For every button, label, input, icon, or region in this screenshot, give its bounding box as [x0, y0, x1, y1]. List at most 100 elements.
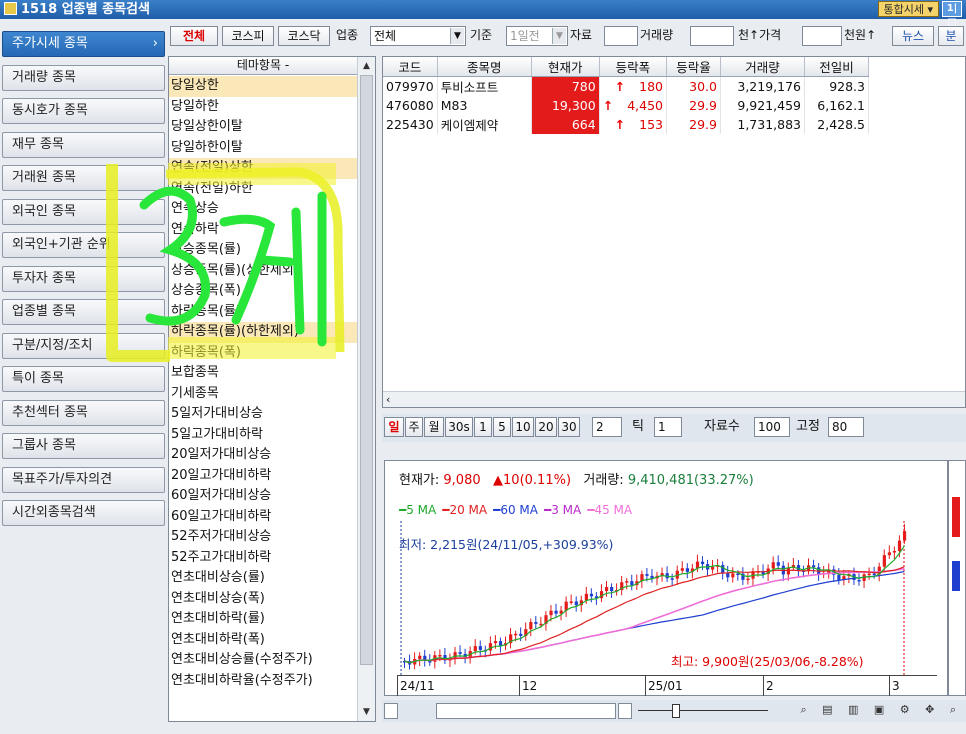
theme-item[interactable]: 연초대비하락(률)	[169, 609, 357, 630]
ma-legend-item: ━5 MA	[399, 503, 437, 517]
sector-select[interactable]: 전체 ▼	[370, 26, 466, 46]
window-option-button[interactable]: 1|□	[942, 1, 962, 28]
tick-input[interactable]: 1	[654, 417, 682, 437]
period-button[interactable]: 일	[384, 417, 404, 437]
theme-item[interactable]: 연속하락	[169, 220, 357, 241]
market-all-button[interactable]: 전체	[170, 26, 218, 46]
theme-item[interactable]: 연속(전일)하한	[169, 179, 357, 200]
theme-item[interactable]: 52주저가대비상승	[169, 527, 357, 548]
scroll-up-icon[interactable]: ▲	[358, 58, 375, 74]
theme-item[interactable]: 5일고가대비하락	[169, 425, 357, 446]
price-input[interactable]	[802, 26, 842, 46]
data-input[interactable]	[604, 26, 638, 46]
kosdaq-button[interactable]: 코스닥	[278, 26, 330, 46]
theme-item[interactable]: 당일하한이탈	[169, 138, 357, 159]
chart-range-bar[interactable]	[436, 703, 616, 719]
column-header[interactable]: 현재가	[531, 57, 600, 77]
theme-item[interactable]: 하락종목(률)	[169, 302, 357, 323]
sidebar-item[interactable]: 주가시세 종목	[2, 31, 165, 57]
scroll-left-icon[interactable]: ‹	[386, 392, 390, 408]
chart-tool-icons[interactable]: ⌕ ▤ ▥ ▣ ⚙ ✥ ⌕	[800, 703, 962, 717]
theme-item[interactable]: 당일상한	[169, 76, 357, 97]
column-header[interactable]: 거래량	[720, 57, 805, 77]
sidebar-item[interactable]: 외국인+기관 순위	[2, 232, 165, 258]
fixed-input[interactable]: 80	[828, 417, 864, 437]
theme-item[interactable]: 상승종목(률)	[169, 240, 357, 261]
period-button[interactable]: 30	[558, 417, 580, 437]
theme-item[interactable]: 연속(전일)상한	[169, 158, 357, 179]
table-row[interactable]: 476080 M83 19,300 ↑ 4,450 29.9 9,921,459 6,162.…	[383, 96, 869, 115]
table-row[interactable]: 225430 케이엠제약 664 ↑ 153 29.9 1,731,883 2,428.5	[383, 115, 869, 134]
theme-item[interactable]: 하락종목(폭)	[169, 343, 357, 364]
window: 1518 업종별 종목검색 통합시세 ▾ 1|□ 주가시세 종목거래량 종목동시…	[0, 0, 966, 734]
sidebar-item[interactable]: 목표주가/투자의견	[2, 466, 165, 493]
theme-item[interactable]: 상승종목(폭)	[169, 281, 357, 302]
period-button[interactable]: 20	[535, 417, 557, 437]
sidebar-item[interactable]: 투자자 종목	[2, 265, 165, 292]
theme-item[interactable]: 연초대비상승률(수정주가)	[169, 650, 357, 671]
theme-item[interactable]: 연속상승	[169, 199, 357, 220]
theme-item[interactable]: 연초대비하락율(수정주가)	[169, 671, 357, 692]
current-price-value: 9,080	[443, 473, 481, 488]
period-button[interactable]: 5	[493, 417, 511, 437]
scrollbar-thumb[interactable]	[360, 75, 373, 665]
theme-item[interactable]: 당일상한이탈	[169, 117, 357, 138]
theme-item[interactable]: 기세종목	[169, 384, 357, 405]
column-header[interactable]: 등락폭	[599, 57, 668, 77]
theme-item[interactable]: 상승종목(률)(상한제외)	[169, 261, 357, 282]
chart-scroll-right[interactable]	[618, 703, 632, 719]
basis-select[interactable]: 1일전 ▼	[506, 26, 568, 46]
sidebar-item[interactable]: 동시호가 종목	[2, 98, 165, 124]
chart-max-label: 최고: 9,900원(25/03/06,-8.28%)	[671, 654, 864, 669]
theme-item[interactable]: 20일저가대비상승	[169, 445, 357, 466]
column-header[interactable]: 종목명	[437, 57, 532, 77]
theme-item[interactable]: 연초대비하락(폭)	[169, 630, 357, 651]
column-header[interactable]: 코드	[383, 57, 438, 77]
theme-item[interactable]: 52주고가대비하락	[169, 548, 357, 569]
kospi-button[interactable]: 코스피	[222, 26, 274, 46]
period-button[interactable]: 30s	[445, 417, 473, 437]
theme-list-header[interactable]: 테마항목 -	[169, 57, 357, 75]
period-button[interactable]: 10	[512, 417, 534, 437]
column-header[interactable]: 등락율	[666, 57, 721, 77]
period-button[interactable]: 월	[424, 417, 444, 437]
zoom-slider-handle[interactable]	[672, 704, 680, 718]
theme-item[interactable]: 연초대비상승(률)	[169, 568, 357, 589]
theme-item[interactable]: 연초대비상승(폭)	[169, 589, 357, 610]
sidebar-item[interactable]: 추천섹터 종목	[2, 399, 165, 426]
period-button[interactable]: 1	[474, 417, 492, 437]
volume-label: 거래량:	[583, 473, 624, 488]
price-chart[interactable]: 현재가: 9,080 ▲10(0.11%) 거래량: 9,410,481(33.…	[384, 460, 948, 696]
column-header[interactable]: 전일비	[804, 57, 869, 77]
integrated-quote-button[interactable]: 통합시세 ▾	[877, 1, 939, 17]
theme-item[interactable]: 당일하한	[169, 97, 357, 118]
theme-item[interactable]: 보합종목	[169, 363, 357, 384]
period-input[interactable]: 2	[592, 417, 622, 437]
period-button[interactable]: 주	[405, 417, 423, 437]
table-horizontal-scrollbar[interactable]: ‹	[383, 391, 965, 407]
sidebar-item[interactable]: 구분/지정/조치	[2, 332, 165, 359]
sidebar-item[interactable]: 거래원 종목	[2, 165, 165, 191]
sidebar-item[interactable]: 외국인 종목	[2, 198, 165, 225]
chart-toolbar: 2 틱 1 자료수 100 고정 80 일 주 월 30s 1 5 10 20 30	[382, 414, 966, 442]
theme-item[interactable]: 60일저가대비상승	[169, 486, 357, 507]
data-count-input[interactable]: 100	[754, 417, 790, 437]
sidebar-item[interactable]: 재무 종목	[2, 131, 165, 158]
cell-price: 19,300	[531, 96, 600, 115]
theme-item[interactable]: 60일고가대비하락	[169, 507, 357, 528]
theme-item[interactable]: 5일저가대비상승	[169, 404, 357, 425]
sidebar-item[interactable]: 그룹사 종목	[2, 433, 165, 459]
sidebar-item[interactable]: 시간외종목검색	[2, 500, 165, 526]
table-row[interactable]: 079970 투비소프트 780 ↑ 180 30.0 3,219,176 928.3	[383, 76, 869, 96]
volume-input[interactable]	[690, 26, 734, 46]
sidebar-item[interactable]: 업종별 종목	[2, 299, 165, 325]
sidebar-item[interactable]: 특이 종목	[2, 366, 165, 392]
sidebar-item[interactable]: 거래량 종목	[2, 64, 165, 91]
scroll-down-icon[interactable]: ▼	[358, 704, 375, 720]
news-button[interactable]: 뉴스	[892, 26, 934, 46]
analysis-button[interactable]: 분	[938, 26, 964, 46]
chart-scroll-left[interactable]	[384, 703, 398, 719]
theme-list-scrollbar[interactable]: ▲ ▼	[357, 57, 375, 721]
theme-item[interactable]: 하락종목(률)(하한제외)	[169, 322, 357, 343]
theme-item[interactable]: 20일고가대비하락	[169, 466, 357, 487]
